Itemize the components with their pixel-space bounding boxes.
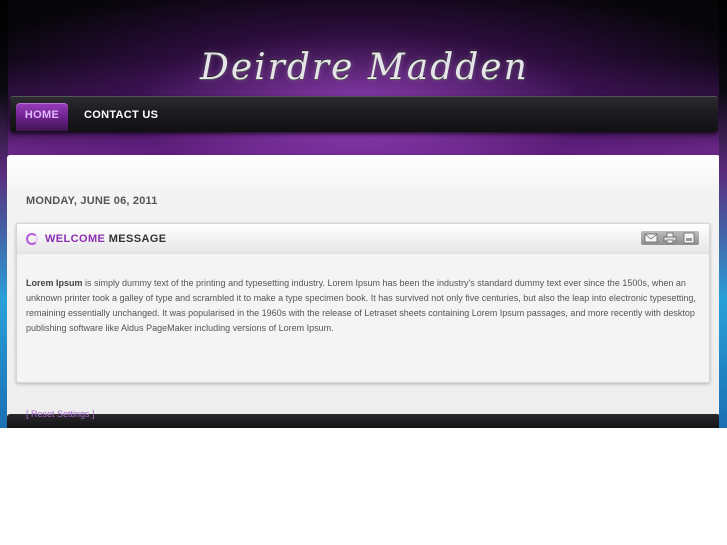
- article: WELCOME MESSAGE Lorem Ipsum is simply du…: [16, 223, 710, 383]
- article-body-lead: Lorem Ipsum: [26, 278, 83, 288]
- site-logo[interactable]: Deirdre Madden: [200, 44, 529, 92]
- reset-settings-link[interactable]: [ Reset Settings ]: [26, 409, 95, 419]
- content-panel: MONDAY, JUNE 06, 2011 WELCOME MESSAGE Lo…: [7, 155, 720, 417]
- email-icon[interactable]: [644, 232, 658, 244]
- page-background: Deirdre Madden HOME CONTACT US MONDAY, J…: [0, 0, 727, 428]
- print-icon[interactable]: [663, 232, 677, 244]
- nav-item-contact-us[interactable]: CONTACT US: [80, 103, 162, 131]
- nav-item-home[interactable]: HOME: [16, 103, 68, 131]
- footer-bar: [7, 414, 720, 428]
- article-title-rest: MESSAGE: [108, 233, 167, 245]
- article-title-accent: WELCOME: [45, 233, 106, 245]
- main-nav: HOME CONTACT US: [10, 96, 718, 132]
- date-heading: MONDAY, JUNE 06, 2011: [26, 195, 158, 207]
- article-header: WELCOME MESSAGE: [17, 224, 709, 254]
- article-body: Lorem Ipsum is simply dummy text of the …: [26, 276, 704, 336]
- bullet-circle-icon: [26, 233, 38, 245]
- article-actions: [641, 231, 699, 245]
- article-body-text: is simply dummy text of the printing and…: [26, 278, 696, 333]
- pdf-icon[interactable]: [682, 232, 696, 244]
- article-title: WELCOME MESSAGE: [45, 233, 167, 245]
